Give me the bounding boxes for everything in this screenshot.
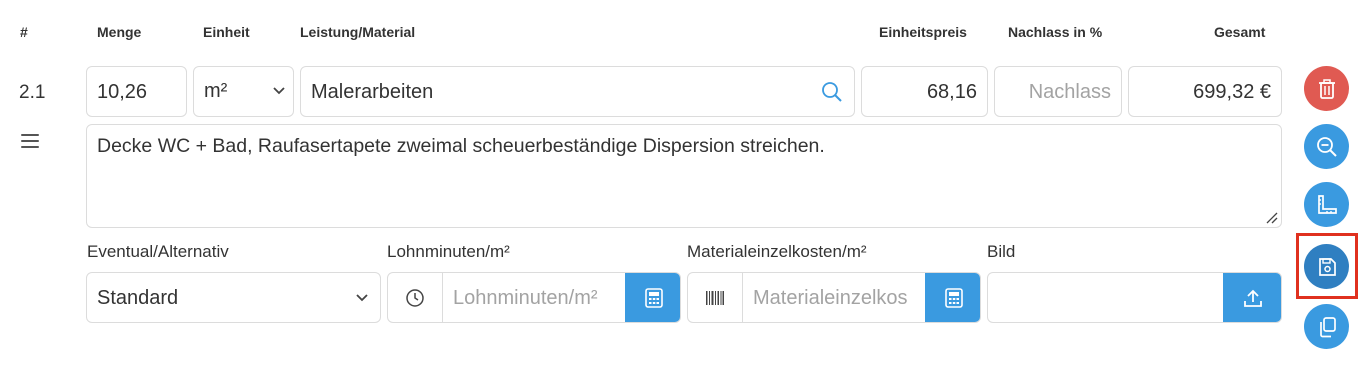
lohn-input-group: Lohnminuten/m² — [387, 272, 681, 323]
lohn-input[interactable]: Lohnminuten/m² — [453, 287, 618, 310]
resize-handle-icon[interactable] — [1264, 210, 1278, 224]
material-label: Materialeinzelkosten/m² — [687, 242, 867, 261]
nachlass-placeholder: Nachlass — [1028, 81, 1111, 103]
trash-icon — [1318, 78, 1335, 99]
delete-button[interactable] — [1304, 66, 1349, 111]
upload-icon — [1244, 289, 1262, 307]
zoom-out-icon — [1316, 136, 1337, 157]
material-input-group: Materialeinzelkos — [687, 272, 981, 323]
drag-handle-icon[interactable] — [21, 134, 39, 148]
lohn-calculator-button[interactable] — [625, 273, 680, 322]
header-einheitspreis: Einheitspreis — [879, 24, 967, 40]
chevron-down-icon — [273, 87, 285, 95]
material-calculator-button[interactable] — [925, 273, 980, 322]
barcode-addon — [688, 273, 743, 322]
ruler-icon — [1317, 194, 1337, 214]
gesamt-field: 699,32 € — [1128, 66, 1282, 117]
einheitspreis-input[interactable]: 68,16 — [861, 66, 988, 117]
copy-icon — [1319, 316, 1336, 337]
bild-input-group — [987, 272, 1282, 323]
lohn-label: Lohnminuten/m² — [387, 242, 510, 261]
header-gesamt: Gesamt — [1214, 24, 1266, 40]
gesamt-value: 699,32 € — [1193, 81, 1271, 103]
nachlass-input[interactable]: Nachlass — [994, 66, 1122, 117]
eventual-label: Eventual/Alternativ — [87, 242, 229, 261]
calculator-icon — [644, 287, 663, 308]
save-icon — [1318, 257, 1336, 276]
leistung-input[interactable]: Malerarbeiten — [300, 66, 855, 117]
header-einheit: Einheit — [203, 24, 250, 40]
search-icon[interactable] — [821, 81, 843, 103]
header-leistung: Leistung/Material — [300, 24, 416, 40]
barcode-icon — [706, 290, 724, 305]
einheit-select[interactable]: m² — [193, 66, 294, 117]
eventual-select[interactable]: Standard — [86, 272, 381, 323]
menge-input[interactable]: 10,26 — [86, 66, 187, 117]
einheitspreis-value: 68,16 — [926, 81, 977, 103]
header-num: # — [20, 24, 28, 40]
description-text: Decke WC + Bad, Raufasertapete zweimal s… — [97, 135, 825, 157]
upload-button[interactable] — [1223, 273, 1281, 322]
measure-button[interactable] — [1304, 182, 1349, 227]
zoom-out-button[interactable] — [1304, 124, 1349, 169]
row-number: 2.1 — [19, 82, 46, 103]
save-button[interactable] — [1304, 244, 1349, 289]
einheit-value: m² — [204, 80, 228, 102]
bild-file-field[interactable] — [988, 273, 1223, 322]
calculator-icon — [944, 287, 963, 308]
description-textarea[interactable]: Decke WC + Bad, Raufasertapete zweimal s… — [86, 124, 1282, 228]
eventual-value: Standard — [97, 287, 179, 309]
copy-button[interactable] — [1304, 304, 1349, 349]
header-nachlass: Nachlass in % — [1008, 24, 1103, 40]
chevron-down-icon — [356, 294, 368, 302]
material-input[interactable]: Materialeinzelkos — [753, 287, 918, 310]
clock-icon — [406, 288, 424, 307]
clock-addon — [388, 273, 443, 322]
leistung-value: Malerarbeiten — [311, 81, 434, 103]
header-menge: Menge — [97, 24, 142, 40]
menge-value: 10,26 — [97, 81, 148, 103]
bild-label: Bild — [987, 242, 1016, 261]
